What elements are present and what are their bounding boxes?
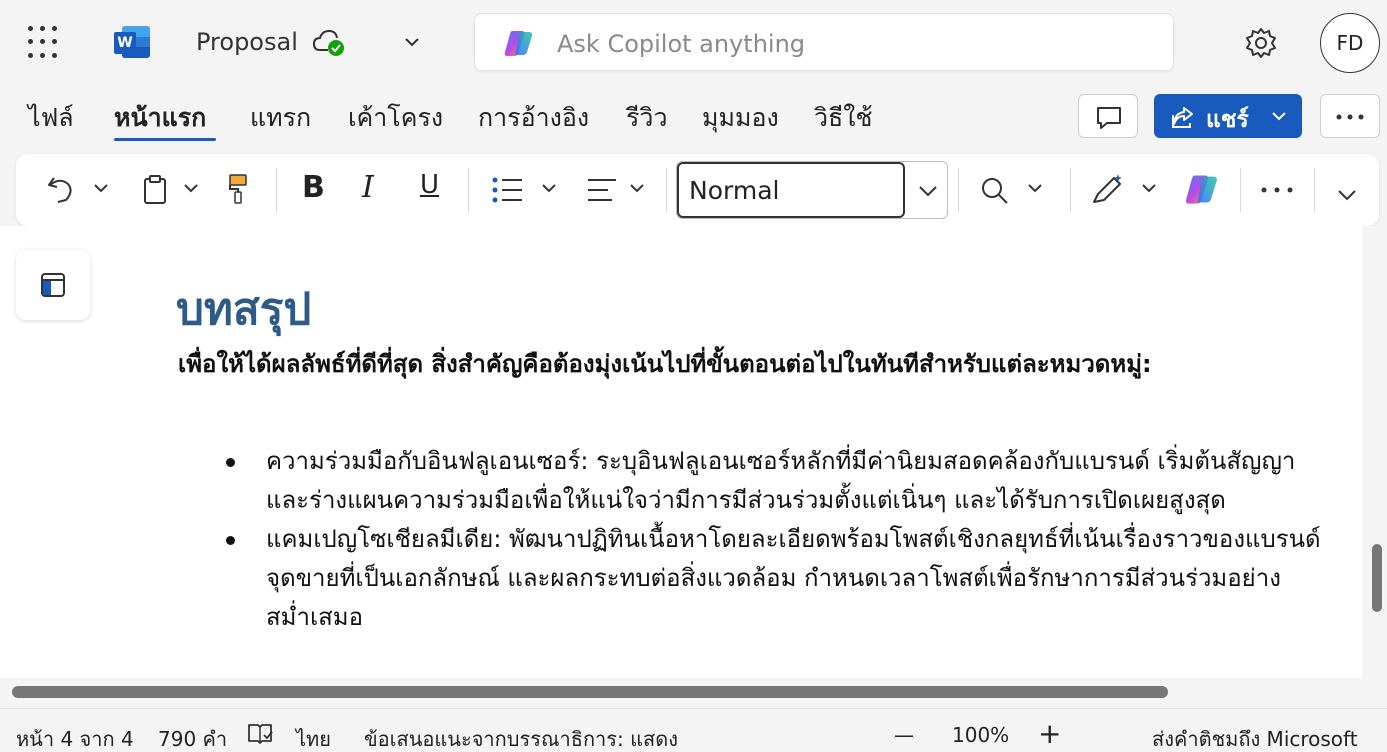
tab-file[interactable]: ไฟล์ (28, 98, 74, 138)
comments-button[interactable] (1078, 94, 1138, 138)
style-value: Normal (689, 176, 780, 205)
chevron-down-icon[interactable] (92, 182, 110, 196)
ribbon-tabs: ไฟล์ หน้าแรก แทรก เค้าโครง การอ้างอิง รี… (0, 88, 1387, 148)
vertical-scroll-thumb[interactable] (1372, 544, 1382, 612)
document-page[interactable]: บทสรุป เพื่อให้ได้ผลลัพธ์ที่ดีที่สุด สิ่… (0, 226, 1362, 678)
clipboard-icon[interactable] (142, 174, 168, 206)
zoom-out-button[interactable]: — (894, 723, 914, 747)
tab-layout[interactable]: เค้าโครง (348, 98, 443, 138)
list-item-text: ความร่วมมือกับอินฟลูเอนเซอร์: ระบุอินฟลู… (266, 447, 1296, 514)
language-indicator[interactable]: ไทย (296, 723, 331, 752)
cloud-saved-icon[interactable] (312, 28, 346, 58)
summary-paragraph[interactable]: เพื่อให้ได้ผลลัพธ์ที่ดีที่สุด สิ่งสำคัญค… (178, 344, 1198, 384)
status-bar: หน้า 4 จาก 4 790 คำ ไทย ข้อเสนอแนะจากบรร… (0, 708, 1387, 752)
app-launcher-icon[interactable] (28, 26, 62, 60)
undo-icon[interactable] (46, 174, 76, 206)
chevron-down-icon[interactable] (1140, 182, 1158, 196)
document-title[interactable]: Proposal (196, 28, 298, 56)
chevron-down-icon[interactable] (182, 182, 200, 196)
bullet-dot (226, 536, 235, 545)
chevron-down-icon[interactable] (917, 184, 939, 200)
editor-pen-icon[interactable] (1090, 172, 1126, 206)
list-item-text: แคมเปญโซเชียลมีเดีย: พัฒนาปฏิทินเนื้อหาโ… (266, 525, 1321, 631)
style-picker[interactable]: Normal (676, 161, 948, 219)
feedback-link[interactable]: ส่งคำติชมถึง Microsoft (1152, 723, 1358, 752)
style-input[interactable]: Normal (677, 162, 905, 218)
active-tab-indicator (114, 138, 216, 141)
copilot-placeholder: Ask Copilot anything (557, 30, 806, 58)
navigation-pane-icon (41, 273, 65, 297)
document-canvas: บทสรุป เพื่อให้ได้ผลลัพธ์ที่ดีที่สุด สิ่… (0, 226, 1362, 678)
chevron-down-icon[interactable] (1026, 182, 1044, 196)
horizontal-scroll-thumb[interactable] (12, 686, 1168, 698)
page-count[interactable]: หน้า 4 จาก 4 (16, 723, 134, 752)
ribbon-toolbar: B I U Normal (16, 154, 1379, 226)
zoom-in-button[interactable]: + (1038, 717, 1061, 750)
tab-view[interactable]: มุมมอง (702, 98, 779, 138)
underline-icon[interactable]: U (420, 170, 439, 200)
bold-icon[interactable]: B (302, 170, 325, 205)
list-item[interactable]: ความร่วมมือกับอินฟลูเอนเซอร์: ระบุอินฟลู… (226, 442, 1326, 520)
zoom-level[interactable]: 100% (952, 723, 1009, 747)
ellipsis-icon (1336, 114, 1364, 120)
share-button[interactable]: แชร์ (1154, 94, 1302, 138)
word-count[interactable]: 790 คำ (158, 723, 227, 752)
bullet-dot (226, 458, 235, 467)
tab-insert[interactable]: แทรก (250, 98, 311, 138)
share-label: แชร์ (1206, 107, 1249, 133)
align-left-icon[interactable] (586, 176, 618, 204)
tab-review[interactable]: รีวิว (626, 98, 668, 138)
format-painter-icon[interactable] (226, 172, 250, 206)
search-icon[interactable] (980, 176, 1010, 206)
avatar[interactable]: FD (1320, 13, 1380, 73)
chevron-down-icon[interactable] (402, 30, 422, 54)
copilot-search-box[interactable]: Ask Copilot anything (474, 13, 1174, 71)
proofing-book-icon[interactable] (246, 721, 274, 747)
word-logo-icon[interactable]: W (112, 24, 152, 60)
ellipsis-icon[interactable] (1260, 186, 1294, 194)
copilot-icon (504, 31, 533, 56)
gear-icon[interactable] (1244, 26, 1278, 60)
comment-icon (1097, 107, 1121, 129)
title-bar: W Proposal Ask Copilot anything FD (0, 0, 1387, 88)
tab-references[interactable]: การอ้างอิง (478, 98, 589, 138)
more-options-button[interactable] (1320, 94, 1380, 138)
chevron-down-icon[interactable] (540, 182, 558, 196)
bullet-list: ความร่วมมือกับอินฟลูเอนเซอร์: ระบุอินฟลู… (226, 442, 1326, 637)
chevron-down-icon[interactable] (628, 182, 646, 196)
share-icon (1172, 107, 1193, 128)
bullet-list-icon[interactable] (490, 176, 524, 204)
tab-home[interactable]: หน้าแรก (114, 98, 206, 138)
chevron-down-icon[interactable] (1336, 188, 1358, 204)
list-item[interactable]: แคมเปญโซเชียลมีเดีย: พัฒนาปฏิทินเนื้อหาโ… (226, 520, 1326, 637)
italic-icon[interactable]: I (362, 170, 374, 205)
tab-help[interactable]: วิธีใช้ (814, 98, 872, 138)
chevron-down-icon (1272, 112, 1286, 121)
copilot-icon[interactable] (1184, 172, 1220, 206)
editor-suggestions[interactable]: ข้อเสนอแนะจากบรรณาธิการ: แสดง (364, 723, 678, 752)
navigation-pane-button[interactable] (16, 250, 90, 320)
section-heading[interactable]: บทสรุป (176, 274, 311, 344)
